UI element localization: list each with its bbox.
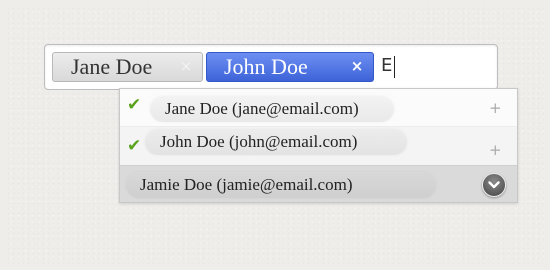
suggestion-item[interactable]: ✔ John Doe (john@email.com) + <box>120 127 517 165</box>
token-jane-doe[interactable]: Jane Doe × <box>52 52 203 82</box>
chevron-down-circle-icon[interactable] <box>482 173 506 197</box>
token-label: Jane Doe <box>71 54 153 79</box>
background-panel: Jane Doe × John Doe × E ✔ Jane Doe (jane… <box>6 6 544 264</box>
suggestion-item[interactable]: ✔ Jane Doe (jane@email.com) + <box>120 89 517 127</box>
suggestion-label: Jamie Doe (jamie@email.com) <box>126 172 436 198</box>
plus-icon[interactable]: + <box>489 143 502 158</box>
close-icon[interactable]: × <box>178 58 194 74</box>
search-text[interactable]: E <box>381 55 481 76</box>
checkmark-icon: ✔ <box>127 95 142 115</box>
suggestion-item-highlighted[interactable]: Jamie Doe (jamie@email.com) <box>120 165 517 202</box>
token-john-doe[interactable]: John Doe × <box>206 52 374 82</box>
checkmark-icon: ✔ <box>127 136 142 156</box>
suggestion-label: John Doe (john@email.com) <box>145 129 407 155</box>
suggestion-dropdown: ✔ Jane Doe (jane@email.com) + ✔ John Doe… <box>119 88 518 203</box>
close-icon[interactable]: × <box>349 58 365 74</box>
recipient-token-input[interactable]: Jane Doe × John Doe × E <box>44 44 498 90</box>
suggestion-label: Jane Doe (jane@email.com) <box>150 96 394 122</box>
plus-icon[interactable]: + <box>489 101 502 116</box>
text-caret <box>394 56 395 78</box>
token-label: John Doe <box>224 54 308 79</box>
